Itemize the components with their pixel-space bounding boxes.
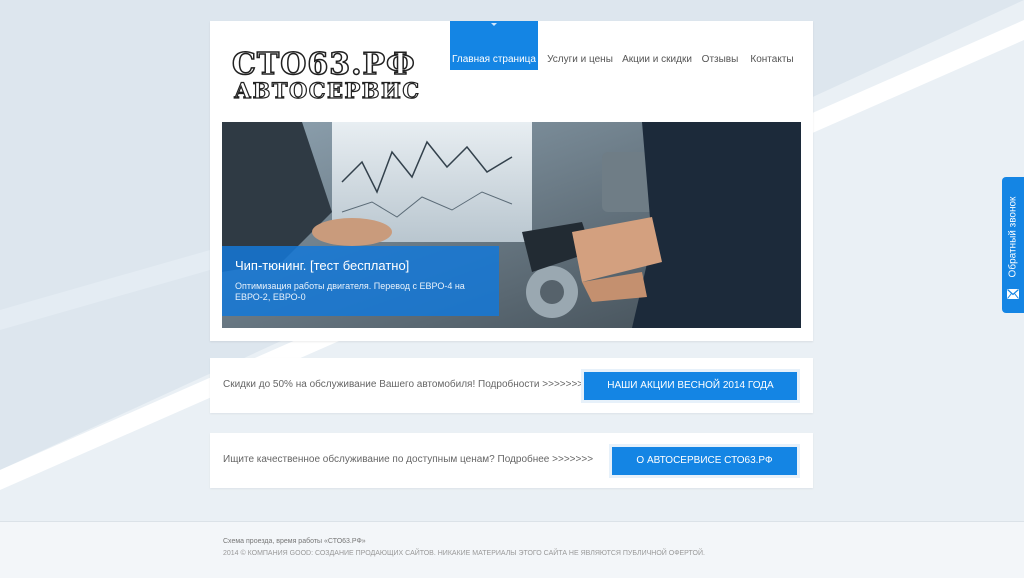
slide-title: Чип-тюнинг. [тест бесплатно]: [235, 258, 410, 273]
nav-item-label: Акции и скидки: [622, 54, 692, 65]
callback-label: Обратный звонок: [1007, 196, 1019, 278]
nav-item-reviews[interactable]: Отзывы: [700, 21, 740, 70]
nav-item-label: Услуги и цены: [547, 54, 613, 65]
promo-text[interactable]: Ищите качественное обслуживание по досту…: [223, 454, 593, 465]
logo-title: СТО63.РФ: [231, 47, 416, 82]
nav-item-home[interactable]: Главная страница: [450, 21, 538, 70]
promo-block-discounts: Скидки до 50% на обслуживание Вашего авт…: [210, 358, 813, 413]
promo-block-about: Ищите качественное обслуживание по досту…: [210, 433, 813, 488]
footer: Схема проезда, время работы «СТО63.РФ» 2…: [0, 521, 1024, 578]
promotions-button[interactable]: НАШИ АКЦИИ ВЕСНОЙ 2014 ГОДА: [584, 372, 797, 400]
slide-subtitle: Оптимизация работы двигателя. Перевод с …: [235, 281, 465, 302]
hero-slider[interactable]: Чип-тюнинг. [тест бесплатно] Оптимизация…: [222, 122, 801, 328]
nav-item-label: Контакты: [750, 54, 794, 65]
promo-text[interactable]: Скидки до 50% на обслуживание Вашего авт…: [223, 379, 583, 390]
logo-subtitle: АВТОСЕРВИС: [233, 78, 421, 103]
about-button[interactable]: О АВТОСЕРВИСЕ СТО63.РФ: [612, 447, 797, 475]
footer-copyright: 2014 © КОМПАНИЯ GOOD: СОЗДАНИЕ ПРОДАЮЩИХ…: [223, 550, 705, 557]
slide-caption: Чип-тюнинг. [тест бесплатно] Оптимизация…: [222, 246, 499, 316]
callback-tab[interactable]: Обратный звонок: [1002, 177, 1024, 313]
mail-icon: [1007, 289, 1019, 299]
footer-directions-link[interactable]: Схема проезда, время работы «СТО63.РФ»: [223, 538, 366, 545]
nav-item-services[interactable]: Услуги и цены: [544, 21, 616, 70]
nav-item-label: Главная страница: [452, 54, 536, 65]
nav-caret-icon: [491, 23, 497, 26]
nav-item-contacts[interactable]: Контакты: [748, 21, 796, 70]
site-logo[interactable]: СТО63.РФ АВТОСЕРВИС: [231, 47, 432, 105]
header-panel: СТО63.РФ АВТОСЕРВИС Главная страница Усл…: [210, 21, 813, 341]
nav-item-label: Отзывы: [701, 54, 739, 65]
nav-item-promotions[interactable]: Акции и скидки: [622, 21, 692, 70]
